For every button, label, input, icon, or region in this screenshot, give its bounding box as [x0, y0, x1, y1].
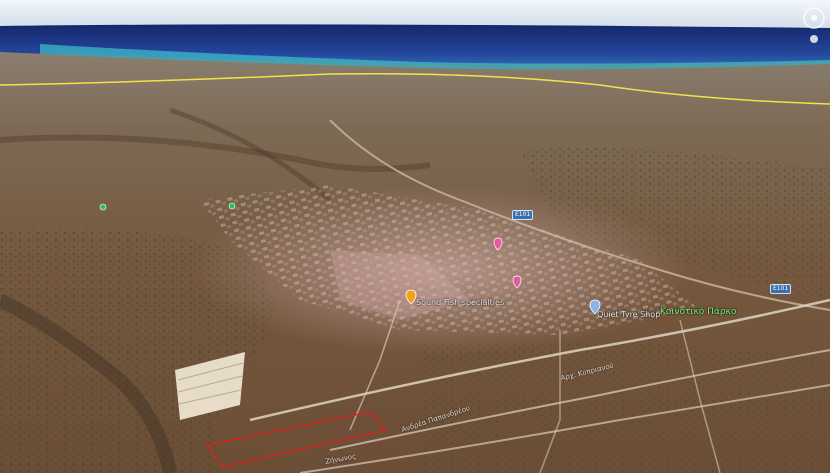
road-shield: E101	[770, 284, 792, 294]
compass-icon[interactable]	[802, 6, 826, 44]
poi-label[interactable]: Quiet Tyre Shop	[597, 310, 660, 319]
satellite-map[interactable]	[0, 0, 830, 473]
poi-label[interactable]: Sound Fish specialties	[416, 298, 504, 307]
park-label[interactable]: Κοινοτικό Πάρκο	[660, 307, 736, 317]
green-dot-icon-2	[228, 202, 236, 210]
green-dot-icon	[99, 203, 107, 211]
road-shield: E101	[512, 210, 534, 220]
